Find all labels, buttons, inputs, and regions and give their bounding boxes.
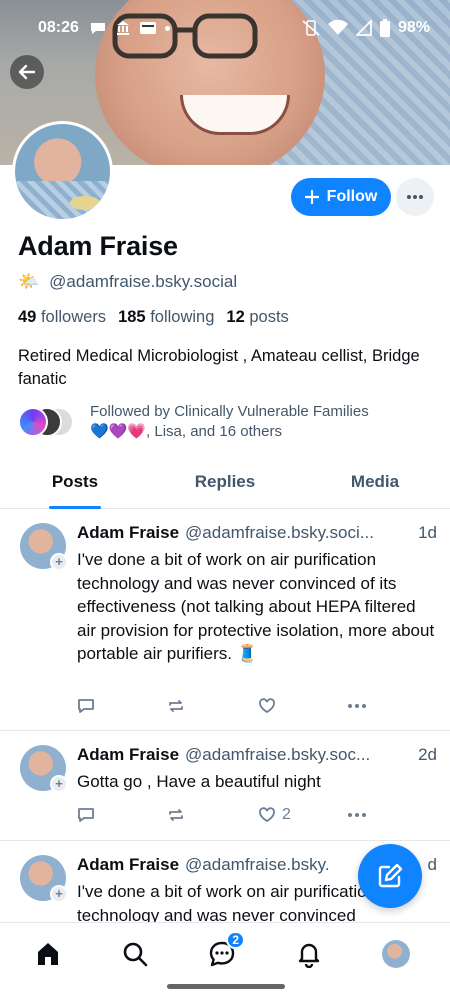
tab-media[interactable]: Media	[300, 455, 450, 508]
sun-emoji-icon: 🌤️	[18, 272, 40, 291]
avatar-plate	[70, 196, 100, 210]
repost-icon	[169, 700, 183, 712]
profile-bio: Retired Medical Microbiologist , Amateau…	[18, 347, 420, 388]
bank-notification-icon	[116, 21, 129, 35]
status-time: 08:26	[38, 19, 79, 36]
post-actions: 2	[77, 803, 377, 827]
battery-percent: 98%	[397, 19, 430, 36]
home-icon	[38, 943, 58, 965]
like-button[interactable]	[258, 697, 282, 715]
profile-handle[interactable]: @adamfraise.bsky.social	[49, 272, 237, 292]
post-author-name[interactable]: Adam Fraise	[77, 855, 179, 875]
more-notifications-dot	[164, 25, 170, 31]
post-item[interactable]: + Adam Fraise @adamfraise.bsky.soci... 1…	[0, 509, 450, 731]
followed-by-text: Followed by Clinically Vulnerable Famili…	[90, 403, 369, 440]
post-text: I've done a bit of work on air purificat…	[77, 550, 435, 663]
ellipsis-icon	[348, 704, 366, 708]
vibrate-off-icon	[302, 20, 320, 36]
repost-button[interactable]	[167, 806, 185, 824]
compose-button[interactable]	[358, 844, 422, 908]
app-notification-icon	[139, 22, 156, 34]
ellipsis-icon	[407, 195, 423, 199]
reply-icon	[78, 808, 94, 822]
post-author-name[interactable]: Adam Fraise	[77, 745, 179, 765]
nav-profile-avatar	[382, 940, 410, 968]
wifi-icon	[327, 20, 348, 35]
repost-button[interactable]	[167, 697, 185, 715]
nav-home[interactable]	[31, 937, 65, 971]
follow-plus-icon[interactable]: +	[50, 553, 68, 571]
battery-icon	[379, 19, 390, 37]
compose-icon	[378, 863, 403, 888]
profile-display-name: Adam Fraise	[18, 231, 178, 261]
tab-replies[interactable]: Replies	[150, 455, 300, 508]
followers-link[interactable]: 49 followers	[18, 308, 106, 327]
like-count: 2	[282, 806, 291, 823]
search-icon	[123, 942, 148, 967]
reply-button[interactable]	[77, 806, 95, 824]
heart-icon	[259, 807, 275, 823]
like-button[interactable]: 2	[258, 806, 291, 824]
post-author-handle[interactable]: @adamfraise.bsky.soc...	[185, 745, 416, 765]
nav-notifications[interactable]	[292, 937, 326, 971]
home-indicator	[167, 984, 285, 989]
plus-icon	[304, 190, 319, 204]
follow-button[interactable]: Follow	[291, 178, 391, 216]
post-item[interactable]: + Adam Fraise @adamfraise.bsky.soc... 2d…	[0, 731, 450, 841]
profile-counts: 49 followers 185 following 12 posts	[18, 308, 289, 327]
back-button[interactable]	[10, 55, 44, 89]
post-author-avatar[interactable]: +	[20, 855, 68, 903]
post-header: Adam Fraise @adamfraise.bsky.soc... 2d	[77, 745, 437, 765]
profile-handle-row: 🌤️ @adamfraise.bsky.social	[18, 272, 237, 292]
follower-avatars	[18, 405, 80, 439]
arrow-left-icon	[18, 64, 36, 80]
post-author-handle[interactable]: @adamfraise.bsky.	[185, 855, 355, 875]
status-bar: 08:26 98%	[0, 0, 450, 56]
post-time: 2d	[418, 745, 437, 764]
post-header: Adam Fraise @adamfraise.bsky.soci... 1d	[77, 523, 437, 543]
post-author-avatar[interactable]: +	[20, 745, 68, 793]
following-link[interactable]: 185 following	[118, 308, 214, 327]
post-time: 1d	[418, 523, 437, 542]
post-time: d	[427, 855, 437, 874]
post-text: Gotta go , Have a beautiful night	[77, 772, 321, 791]
reply-button[interactable]	[77, 697, 95, 715]
post-author-name[interactable]: Adam Fraise	[77, 523, 179, 543]
follow-plus-icon[interactable]: +	[50, 775, 68, 793]
post-author-avatar[interactable]: +	[20, 523, 68, 571]
chat-notification-icon	[90, 23, 105, 34]
reply-icon	[78, 699, 94, 713]
nav-chat[interactable]: 2	[205, 931, 245, 971]
nav-search[interactable]	[118, 937, 152, 971]
signal-icon	[355, 20, 372, 36]
ellipsis-icon	[348, 813, 366, 817]
follow-button-label: Follow	[326, 188, 378, 205]
profile-tabs: Posts Replies Media	[0, 455, 450, 509]
heart-icon	[259, 698, 275, 714]
post-author-handle[interactable]: @adamfraise.bsky.soci...	[185, 523, 416, 543]
more-options-button[interactable]	[396, 178, 434, 216]
repost-icon	[169, 809, 183, 821]
follow-plus-icon[interactable]: +	[50, 885, 68, 903]
followed-by[interactable]: Followed by Clinically Vulnerable Famili…	[18, 402, 369, 442]
tab-posts[interactable]: Posts	[0, 455, 150, 508]
follower-avatar	[18, 407, 48, 437]
post-more-button[interactable]	[347, 812, 367, 818]
post-more-button[interactable]	[347, 703, 367, 709]
post-actions	[77, 694, 377, 718]
bell-icon	[298, 943, 320, 968]
profile-avatar[interactable]	[12, 121, 113, 222]
chat-badge: 2	[226, 931, 245, 949]
posts-count: 12 posts	[226, 308, 289, 326]
nav-profile[interactable]	[379, 937, 413, 971]
